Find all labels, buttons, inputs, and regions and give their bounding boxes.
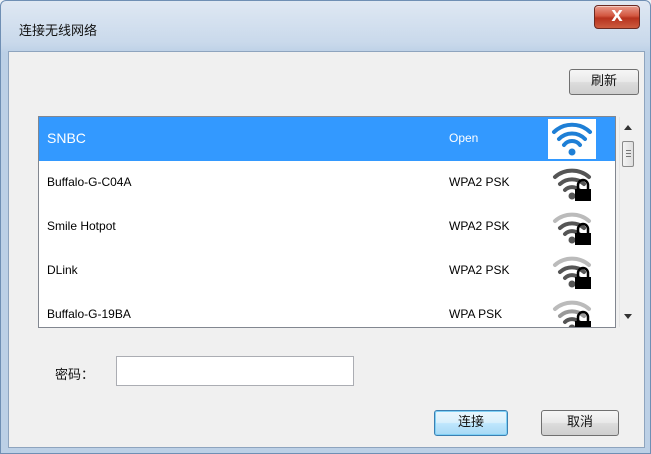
network-row[interactable]: Smile Hotpot WPA2 PSK	[39, 205, 615, 249]
network-name: Smile Hotpot	[47, 219, 116, 233]
wifi-locked-icon	[549, 295, 597, 327]
scroll-up-arrow-icon[interactable]	[624, 125, 632, 130]
close-icon: X	[611, 7, 623, 25]
close-button[interactable]: X	[594, 5, 640, 29]
network-list[interactable]: SNBC Open Buffalo-G-C04A WPA2 PSK Smile …	[38, 116, 616, 328]
dialog-window: 连接无线网络 X 刷新 SNBC Open Buffalo-G-C04A WPA…	[0, 0, 651, 454]
scroll-down-arrow-icon[interactable]	[624, 314, 632, 319]
network-security: Open	[449, 131, 479, 145]
list-scrollbar[interactable]	[619, 117, 636, 327]
network-row[interactable]: SNBC Open	[39, 117, 615, 161]
wifi-locked-icon	[549, 207, 597, 247]
network-name: DLink	[47, 263, 78, 277]
password-field[interactable]	[116, 356, 354, 386]
connect-button[interactable]: 连接	[434, 410, 508, 436]
network-name: Buffalo-G-C04A	[47, 175, 132, 189]
network-row[interactable]: DLink WPA2 PSK	[39, 249, 615, 293]
window-title: 连接无线网络	[19, 24, 98, 39]
network-security: WPA2 PSK	[449, 219, 510, 233]
cancel-button[interactable]: 取消	[541, 410, 619, 436]
network-name: SNBC	[47, 130, 86, 146]
refresh-button[interactable]: 刷新	[569, 69, 639, 95]
wifi-locked-icon	[549, 163, 597, 203]
wifi-signal-icon	[548, 119, 596, 159]
network-row[interactable]: Buffalo-G-19BA WPA PSK	[39, 293, 615, 327]
network-security: WPA2 PSK	[449, 263, 510, 277]
scroll-thumb[interactable]	[622, 141, 634, 167]
password-label: 密码：	[55, 368, 95, 383]
network-name: Buffalo-G-19BA	[47, 307, 131, 321]
network-row[interactable]: Buffalo-G-C04A WPA2 PSK	[39, 161, 615, 205]
network-security: WPA PSK	[449, 307, 503, 321]
network-security: WPA2 PSK	[449, 175, 510, 189]
wifi-locked-icon	[549, 251, 597, 291]
dialog-body: 刷新 SNBC Open Buffalo-G-C04A WPA2 PSK Smi…	[8, 51, 645, 448]
